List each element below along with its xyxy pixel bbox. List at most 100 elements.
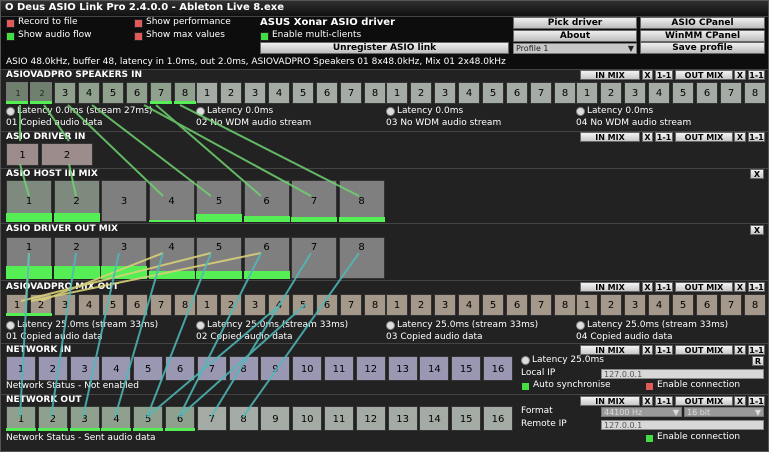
network-in-reset-button[interactable]: R [752,356,764,366]
speakers-in-g2-channel-1[interactable]: 1 [196,82,218,104]
network-out-out-mix-button[interactable]: OUT MIX [675,396,733,406]
driver-in-out-one-to-one-button[interactable]: 1-1 [748,132,765,142]
network-in-channel-4[interactable]: 4 [101,356,132,381]
show-audio-flow-checkbox[interactable] [6,32,15,41]
mix-out-out-mix-close-button[interactable]: X [734,282,746,292]
network-out-channel-15[interactable]: 15 [451,406,482,431]
mix-out-g1-channel-6[interactable]: 6 [126,294,148,316]
network-out-channel-9[interactable]: 9 [260,406,291,431]
driver-in-channel-1[interactable]: 1 [6,143,39,166]
network-in-out-mix-button[interactable]: OUT MIX [675,345,733,355]
network-out-channel-8[interactable]: 8 [228,406,259,431]
show-performance-checkbox[interactable] [134,19,143,28]
speakers-in-g2-channel-4[interactable]: 4 [268,82,290,104]
title-bar[interactable]: O Deus ASIO Link Pro 2.4.0.0 - Ableton L… [1,1,768,17]
mix-out-g2-channel-5[interactable]: 5 [292,294,314,316]
network-in-out-mix-close-button[interactable]: X [734,345,746,355]
network-out-enable-connection-checkbox[interactable] [645,434,654,443]
network-in-channel-16[interactable]: 16 [483,356,513,381]
driver-in-one-to-one-button[interactable]: 1-1 [655,132,673,142]
mix-out-g2-channel-8[interactable]: 8 [364,294,386,316]
mix-out-g4-channel-7[interactable]: 7 [720,294,742,316]
mix-out-g1-channel-7[interactable]: 7 [150,294,172,316]
mix-out-g1-channel-3[interactable]: 3 [54,294,76,316]
network-in-channel-13[interactable]: 13 [387,356,418,381]
driver-in-out-mix-close-button[interactable]: X [734,132,746,142]
mix-out-out-one-to-one-button[interactable]: 1-1 [748,282,765,292]
speakers-in-one-to-one-button[interactable]: 1-1 [655,70,673,80]
mix-out-g4-channel-5[interactable]: 5 [672,294,694,316]
mix-out-g1-channel-4[interactable]: 4 [78,294,100,316]
speakers-in-g4-channel-1[interactable]: 1 [576,82,598,104]
speakers-in-g1-channel-5[interactable]: 5 [102,82,124,104]
network-out-in-mix-button[interactable]: IN MIX [580,396,640,406]
mix-out-g1-channel-8[interactable]: 8 [174,294,196,316]
speakers-in-g3-channel-3[interactable]: 3 [434,82,456,104]
mix-out-g3-channel-4[interactable]: 4 [458,294,480,316]
speakers-in-g3-channel-7[interactable]: 7 [530,82,552,104]
mix-out-g3-channel-3[interactable]: 3 [434,294,456,316]
speakers-in-g2-channel-2[interactable]: 2 [220,82,242,104]
network-in-channel-14[interactable]: 14 [419,356,450,381]
speakers-in-g1-channel-6[interactable]: 6 [126,82,148,104]
driver-in-in-mix-button[interactable]: IN MIX [580,132,640,142]
unregister-asio-link-button[interactable]: Unregister ASIO link [260,42,509,54]
network-out-channel-7[interactable]: 7 [196,406,227,431]
network-out-channel-14[interactable]: 14 [419,406,450,431]
driver-out-mix-channel-8[interactable]: 8 [338,237,385,279]
driver-in-channel-2[interactable]: 2 [41,143,93,166]
network-out-channel-10[interactable]: 10 [292,406,323,431]
network-out-channel-13[interactable]: 13 [387,406,418,431]
mix-out-g3-channel-6[interactable]: 6 [506,294,528,316]
driver-out-mix-channel-7[interactable]: 7 [291,237,337,279]
mix-out-g2-channel-4[interactable]: 4 [268,294,290,316]
network-in-channel-3[interactable]: 3 [69,356,100,381]
speakers-in-g4-channel-5[interactable]: 5 [672,82,694,104]
mix-out-g3-channel-5[interactable]: 5 [482,294,504,316]
network-in-channel-15[interactable]: 15 [451,356,482,381]
driver-in-in-mix-close-button[interactable]: X [642,132,653,142]
speakers-in-out-one-to-one-button[interactable]: 1-1 [748,70,765,80]
speakers-in-g3-channel-8[interactable]: 8 [554,82,576,104]
pick-driver-button[interactable]: Pick driver [513,17,637,29]
network-out-one-to-one-button[interactable]: 1-1 [655,396,673,406]
network-in-channel-6[interactable]: 6 [165,356,195,381]
mix-out-g4-channel-1[interactable]: 1 [576,294,598,316]
driver-out-mix-close-button[interactable]: X [750,225,764,235]
host-in-mix-channel-8[interactable]: 8 [338,180,385,222]
mix-out-g3-channel-7[interactable]: 7 [530,294,552,316]
remote-ip-input[interactable]: 127.0.0.1 [601,420,764,430]
format-bits-select[interactable]: 16 bit ▼ [684,407,764,417]
profile-select[interactable]: Profile 1 ▼ [513,43,637,54]
network-in-channel-1[interactable]: 1 [6,356,36,381]
mix-out-g4-channel-2[interactable]: 2 [600,294,622,316]
network-out-channel-16[interactable]: 16 [483,406,513,431]
mix-out-g2-channel-1[interactable]: 1 [196,294,218,316]
speakers-in-g4-channel-4[interactable]: 4 [648,82,670,104]
network-in-channel-9[interactable]: 9 [260,356,291,381]
speakers-in-g2-channel-7[interactable]: 7 [340,82,362,104]
speakers-in-g3-channel-6[interactable]: 6 [506,82,528,104]
speakers-in-g4-channel-2[interactable]: 2 [600,82,622,104]
network-out-out-mix-close-button[interactable]: X [734,396,746,406]
mix-out-g3-channel-8[interactable]: 8 [554,294,576,316]
enable-multi-clients-checkbox[interactable] [260,32,269,41]
speakers-in-g2-channel-3[interactable]: 3 [244,82,266,104]
mix-out-g2-channel-3[interactable]: 3 [244,294,266,316]
speakers-in-g4-channel-6[interactable]: 6 [696,82,718,104]
network-in-channel-12[interactable]: 12 [355,356,386,381]
speakers-in-g3-channel-4[interactable]: 4 [458,82,480,104]
save-profile-button[interactable]: Save profile [640,42,765,54]
mix-out-out-mix-button[interactable]: OUT MIX [675,282,733,292]
auto-synchronise-checkbox[interactable] [521,382,530,391]
asio-cpanel-button[interactable]: ASIO CPanel [640,17,765,29]
mix-out-g4-channel-8[interactable]: 8 [744,294,766,316]
network-in-channel-8[interactable]: 8 [228,356,259,381]
network-in-channel-11[interactable]: 11 [324,356,354,381]
speakers-in-g2-channel-8[interactable]: 8 [364,82,386,104]
mix-out-g3-channel-2[interactable]: 2 [410,294,432,316]
speakers-in-out-mix-close-button[interactable]: X [734,70,746,80]
network-out-channel-11[interactable]: 11 [324,406,354,431]
show-max-values-checkbox[interactable] [134,32,143,41]
speakers-in-g2-channel-6[interactable]: 6 [316,82,338,104]
